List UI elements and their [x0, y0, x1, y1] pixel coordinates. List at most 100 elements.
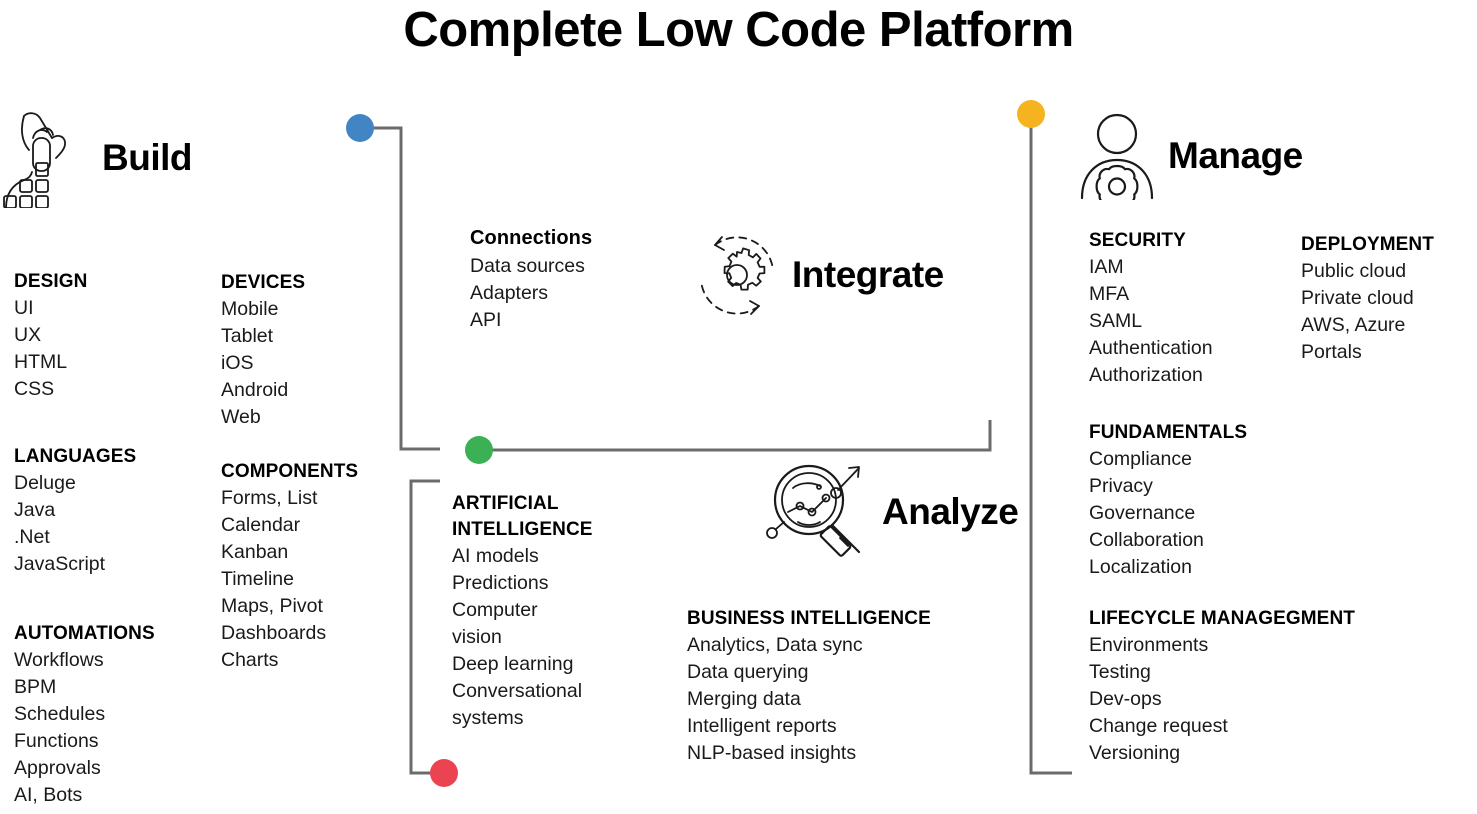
block-security: SECURITY IAM MFA SAML Authentication Authori…	[1089, 228, 1213, 389]
list-item: Schedules	[14, 703, 106, 726]
list-item: Approvals	[14, 757, 101, 780]
list-item: Environments	[1089, 634, 1209, 657]
block-ai-heading: ARTIFICIAL INTELLIGENCE	[452, 493, 593, 541]
list-item: .Net	[14, 526, 50, 549]
list-item: Workflows	[14, 649, 104, 672]
list-item: IAM	[1089, 256, 1124, 279]
block-lifecycle-heading: LIFECYCLE MANAGEGMENT	[1089, 608, 1355, 629]
block-connections: Connections Data sources Adapters API	[470, 225, 592, 334]
list-item: Authorization	[1089, 364, 1203, 387]
list-item: Change request	[1089, 715, 1228, 738]
list-item: Computer	[452, 599, 538, 622]
block-connections-heading: Connections	[470, 227, 593, 249]
block-automations-list: Workflows BPM Schedules Functions Approvals A…	[14, 647, 155, 809]
pillar-build-label: Build	[102, 137, 192, 178]
list-item: Java	[14, 499, 56, 522]
connector-path-orange	[1029, 120, 1072, 775]
block-devices-heading: DEVICES	[221, 272, 306, 293]
block-lifecycle-management: LIFECYCLE MANAGEGMENT Environments Testin…	[1089, 606, 1355, 767]
list-item: Mobile	[221, 298, 279, 321]
orange-node	[1017, 100, 1045, 128]
list-item: Authentication	[1089, 337, 1213, 360]
connector-path-blue	[360, 126, 440, 451]
list-item: Functions	[14, 730, 99, 753]
connector-path-red	[409, 479, 444, 775]
pillar-build: Build	[2, 108, 192, 208]
list-item: Analytics, Data sync	[687, 634, 863, 657]
list-item: Deep learning	[452, 653, 574, 676]
blue-node	[346, 114, 374, 142]
list-item: Intelligent reports	[687, 715, 837, 738]
list-item: Collaboration	[1089, 529, 1204, 552]
block-artificial-intelligence: ARTIFICIAL INTELLIGENCE AI models Predict…	[452, 491, 593, 732]
list-item: Kanban	[221, 541, 289, 564]
list-item: UX	[14, 324, 42, 347]
list-item: NLP-based insights	[687, 742, 857, 765]
list-item: Public cloud	[1301, 260, 1407, 283]
list-item: Compliance	[1089, 448, 1192, 471]
list-item: Localization	[1089, 556, 1192, 579]
list-item: JavaScript	[14, 553, 106, 576]
pillar-integrate: Integrate	[690, 228, 944, 322]
list-item: SAML	[1089, 310, 1143, 333]
block-security-list: IAM MFA SAML Authentication Authorization	[1089, 254, 1213, 389]
pillar-integrate-label: Integrate	[792, 254, 944, 295]
page-title: Complete Low Code Platform	[403, 3, 1074, 57]
list-item: Versioning	[1089, 742, 1181, 765]
list-item: MFA	[1089, 283, 1130, 306]
list-item: Web	[221, 406, 261, 429]
list-item: API	[470, 308, 502, 331]
list-item: Conversational	[452, 680, 583, 703]
list-item: Governance	[1089, 502, 1196, 525]
gear-refresh-icon	[690, 228, 784, 322]
block-fundamentals: FUNDAMENTALS Compliance Privacy Governance…	[1089, 420, 1247, 581]
block-bi-list: Analytics, Data sync Data querying Merging…	[687, 632, 931, 767]
block-security-heading: SECURITY	[1089, 230, 1186, 251]
list-item: vision	[452, 626, 502, 649]
list-item: Calendar	[221, 514, 301, 537]
list-item: Android	[221, 379, 289, 402]
block-ai-list: AI models Predictions Computer vision Deep l…	[452, 543, 593, 732]
block-deployment-heading: DEPLOYMENT	[1301, 234, 1434, 255]
block-business-intelligence: BUSINESS INTELLIGENCE Analytics, Data sy…	[687, 606, 931, 767]
list-item: Charts	[221, 649, 279, 672]
list-item: Data querying	[687, 661, 809, 684]
block-deployment: DEPLOYMENT Public cloud Private cloud AWS,…	[1301, 232, 1434, 366]
magnifier-chart-icon	[762, 460, 874, 564]
list-item: Adapters	[470, 281, 549, 304]
block-design-list: UI UX HTML CSS	[14, 295, 87, 403]
block-components-heading: COMPONENTS	[221, 461, 359, 482]
list-item: Dev-ops	[1089, 688, 1162, 711]
list-item: Forms, List	[221, 487, 318, 510]
list-item: systems	[452, 707, 524, 730]
block-automations: AUTOMATIONS Workflows BPM Schedules Functio…	[14, 621, 155, 809]
pillar-analyze: Analyze	[762, 460, 1019, 564]
block-bi-heading: BUSINESS INTELLIGENCE	[687, 608, 931, 629]
block-deployment-list: Public cloud Private cloud AWS, Azure Porta…	[1301, 258, 1434, 366]
list-item: iOS	[221, 352, 254, 375]
block-components: COMPONENTS Forms, List Calendar Kanban Time…	[221, 459, 358, 674]
block-devices-list: Mobile Tablet iOS Android Web	[221, 296, 305, 431]
list-item: Private cloud	[1301, 287, 1414, 310]
block-connections-list: Data sources Adapters API	[470, 253, 592, 334]
pillar-manage-label: Manage	[1168, 135, 1303, 176]
person-gear-icon	[1074, 112, 1160, 200]
list-item: Data sources	[470, 254, 585, 277]
list-item: Testing	[1089, 661, 1151, 684]
list-item: Dashboards	[221, 622, 327, 645]
list-item: AWS, Azure	[1301, 314, 1406, 337]
list-item: HTML	[14, 351, 68, 374]
block-automations-heading: AUTOMATIONS	[14, 623, 155, 644]
block-design-heading: DESIGN	[14, 271, 88, 292]
pillar-manage: Manage	[1074, 112, 1303, 200]
list-item: BPM	[14, 676, 57, 699]
list-item: CSS	[14, 378, 55, 401]
list-item: Privacy	[1089, 475, 1153, 498]
hand-building-blocks-icon	[2, 108, 94, 208]
list-item: Timeline	[221, 568, 294, 591]
list-item: Portals	[1301, 341, 1362, 364]
block-languages-heading: LANGUAGES	[14, 446, 137, 467]
red-node	[430, 759, 458, 787]
list-item: Predictions	[452, 572, 549, 595]
block-fundamentals-heading: FUNDAMENTALS	[1089, 422, 1248, 443]
